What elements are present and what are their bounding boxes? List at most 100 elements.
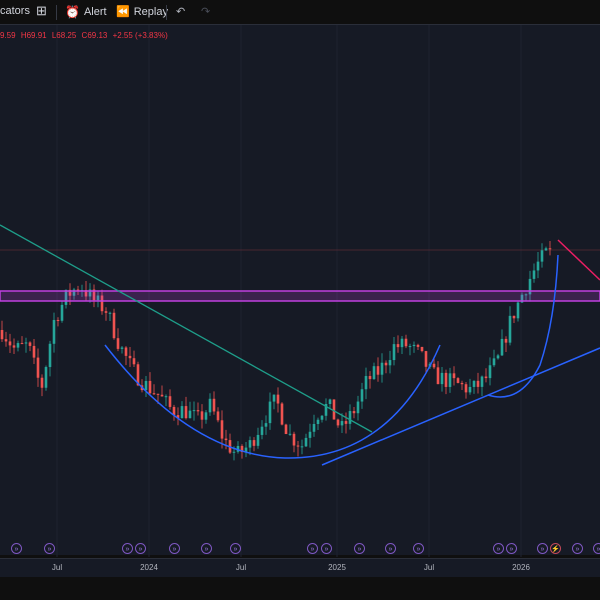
candle-body	[344, 421, 348, 424]
candle-body	[120, 347, 124, 349]
candle-body	[452, 373, 456, 379]
dividend-event-icon[interactable]: »	[593, 543, 600, 554]
candle-body	[288, 433, 292, 435]
candle-body	[16, 343, 20, 348]
candle-body	[220, 420, 224, 439]
candle-body	[276, 394, 280, 404]
candle-body	[492, 358, 496, 366]
candle-body	[392, 344, 396, 361]
parabolic-curve	[487, 254, 559, 398]
candle-body	[12, 345, 16, 348]
candle-body	[48, 343, 52, 368]
candle-body	[368, 376, 372, 380]
candle-body	[212, 398, 216, 412]
candle-body	[360, 389, 364, 402]
candle-body	[168, 396, 172, 407]
dividend-event-icon[interactable]: »	[321, 543, 332, 554]
candle-body	[444, 372, 448, 387]
candle-body	[356, 401, 360, 414]
earnings-event-icon[interactable]: ⚡	[550, 543, 561, 554]
ohlc-legend: 9.59 H69.91 L68.25 C69.13 +2.55 (+3.83%)	[0, 31, 171, 40]
dividend-event-icon[interactable]: »	[493, 543, 504, 554]
candle-body	[204, 412, 208, 420]
candle-body	[188, 410, 192, 419]
dividend-event-icon[interactable]: »	[11, 543, 22, 554]
open-value: 9.59	[0, 31, 16, 40]
candle-body	[384, 362, 388, 366]
projection-line	[557, 239, 600, 281]
candle-body	[380, 362, 384, 375]
dividend-event-icon[interactable]: »	[201, 543, 212, 554]
dividend-event-icon[interactable]: »	[169, 543, 180, 554]
candle-body	[196, 410, 200, 412]
candle-body	[332, 399, 336, 420]
candle-body	[448, 373, 452, 387]
dividend-event-icon[interactable]: »	[135, 543, 146, 554]
dividend-event-icon[interactable]: »	[230, 543, 241, 554]
candle-body	[540, 250, 544, 262]
candle-body	[320, 415, 324, 420]
candle-body	[20, 343, 24, 345]
dividend-event-icon[interactable]: »	[122, 543, 133, 554]
candle-body	[396, 344, 400, 348]
candle-body	[152, 393, 156, 395]
change-value: +2.55 (+3.83%)	[112, 31, 168, 40]
candle-body	[144, 380, 148, 391]
candle-body	[224, 438, 228, 441]
chart-canvas[interactable]	[0, 0, 600, 560]
candle-body	[148, 380, 152, 394]
candle-body	[376, 366, 380, 375]
candle-body	[404, 338, 408, 347]
candle-body	[468, 386, 472, 393]
candle-body	[388, 360, 392, 366]
candle-body	[104, 311, 108, 313]
dividend-event-icon[interactable]: »	[307, 543, 318, 554]
dividend-event-icon[interactable]: »	[537, 543, 548, 554]
candle-body	[440, 372, 444, 385]
dividend-event-icon[interactable]: »	[506, 543, 517, 554]
candle-body	[248, 440, 252, 448]
candle-body	[280, 403, 284, 425]
candle-body	[4, 339, 8, 342]
candle-body	[416, 344, 420, 347]
candle-body	[272, 394, 276, 402]
candle-body	[328, 399, 332, 404]
time-label: Jul	[235, 563, 247, 572]
candle-body	[56, 319, 60, 321]
candle-body	[192, 410, 196, 412]
candle-body	[0, 330, 4, 340]
dividend-event-icon[interactable]: »	[413, 543, 424, 554]
candle-body	[60, 304, 64, 321]
candle-body	[124, 347, 128, 356]
candle-body	[128, 355, 132, 359]
candle-body	[352, 411, 356, 414]
candle-body	[284, 424, 288, 435]
high-value: H69.91	[20, 31, 47, 40]
candle-body	[456, 378, 460, 383]
candle-body	[476, 380, 480, 387]
dividend-event-icon[interactable]: »	[354, 543, 365, 554]
candle-body	[400, 338, 404, 348]
dividend-event-icon[interactable]: »	[385, 543, 396, 554]
candle-body	[260, 426, 264, 435]
candle-body	[44, 367, 48, 388]
time-axis[interactable]: Jul 2024 Jul 2025 Jul 2026	[0, 558, 600, 577]
candle-body	[304, 437, 308, 447]
uptrend-line	[321, 347, 600, 466]
candle-body	[116, 338, 120, 349]
candle-body	[496, 355, 500, 359]
candle-body	[24, 342, 28, 344]
candle-body	[200, 411, 204, 420]
candle-body	[180, 406, 184, 419]
candle-body	[216, 411, 220, 421]
candle-body	[32, 345, 36, 358]
dividend-event-icon[interactable]: »	[44, 543, 55, 554]
candle-body	[108, 312, 112, 314]
dividend-event-icon[interactable]: »	[572, 543, 583, 554]
resistance-zone	[0, 290, 600, 302]
candle-body	[52, 319, 56, 344]
low-value: L68.25	[51, 31, 77, 40]
candle-body	[436, 367, 440, 385]
candle-body	[412, 344, 416, 347]
candle-body	[184, 406, 188, 419]
